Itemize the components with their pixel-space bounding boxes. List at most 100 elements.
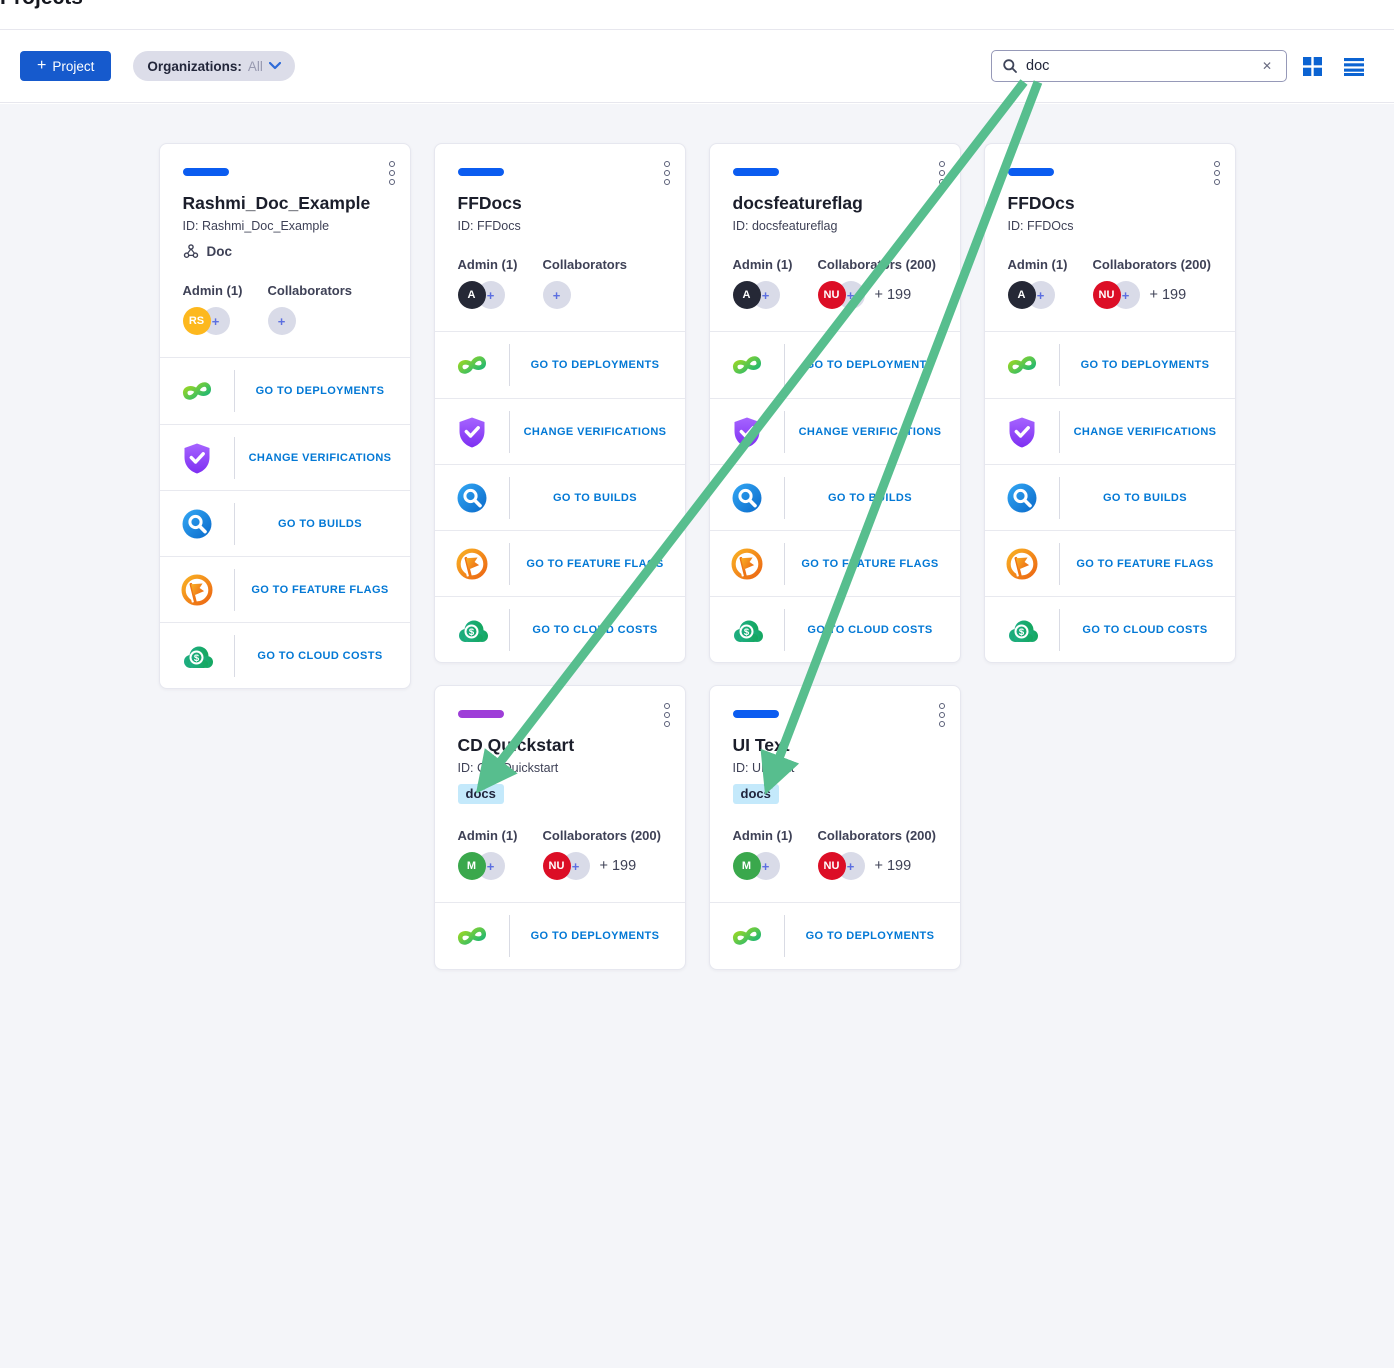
go-to-builds-link[interactable]: GO TO BUILDS [1060,492,1235,504]
ci-builds-icon [435,480,509,516]
action-row-verifications[interactable]: CHANGE VERIFICATIONS [160,424,410,490]
go-to-builds-link[interactable]: GO TO BUILDS [785,492,960,504]
action-row-verifications[interactable]: CHANGE VERIFICATIONS [435,398,685,464]
go-to-feature-flags-link[interactable]: GO TO FEATURE FLAGS [785,558,960,570]
plus-icon: + [37,58,46,74]
action-row-cloud-costs[interactable]: GO TO CLOUD COSTS [985,596,1235,662]
avatar: NU [818,852,846,880]
card-color-bar [183,168,229,176]
collaborators-label: Collaborators (200) [818,257,938,272]
action-row-deployments[interactable]: GO TO DEPLOYMENTS [160,358,410,424]
avatar: NU [543,852,571,880]
go-to-feature-flags-link[interactable]: GO TO FEATURE FLAGS [510,558,685,570]
card-menu-icon[interactable] [661,158,673,188]
go-to-feature-flags-link[interactable]: GO TO FEATURE FLAGS [235,584,410,596]
verify-shield-icon [160,440,234,476]
add-collaborator-button[interactable]: + [543,281,571,309]
go-to-cloud-costs-link[interactable]: GO TO CLOUD COSTS [510,624,685,636]
change-verifications-link[interactable]: CHANGE VERIFICATIONS [235,452,410,464]
cloud-costs-icon [985,612,1059,648]
action-row-builds[interactable]: GO TO BUILDS [985,464,1235,530]
cloud-costs-icon [435,612,509,648]
project-card-cd-quickstart[interactable]: CD Quickstart ID: CD_Quickstart docs Adm… [434,685,686,970]
go-to-deployments-link[interactable]: GO TO DEPLOYMENTS [510,930,685,942]
action-row-feature-flags[interactable]: GO TO FEATURE FLAGS [985,530,1235,596]
project-card-rashmi-doc-example[interactable]: Rashmi_Doc_Example ID: Rashmi_Doc_Exampl… [159,143,411,689]
project-name: FFDOcs [1008,193,1213,214]
action-row-verifications[interactable]: CHANGE VERIFICATIONS [985,398,1235,464]
card-color-bar [1008,168,1054,176]
project-name: CD Quickstart [458,735,663,756]
action-row-builds[interactable]: GO TO BUILDS [160,490,410,556]
cd-pipelines-icon [710,347,784,383]
change-verifications-link[interactable]: CHANGE VERIFICATIONS [1060,426,1235,438]
search-icon [1002,58,1018,74]
action-row-deployments[interactable]: GO TO DEPLOYMENTS [710,332,960,398]
tag-docs: docs [733,784,779,804]
avatar: A [733,281,761,309]
project-card-ui-text[interactable]: UI Text ID: UI_Text docs Admin (1) M + [709,685,961,970]
chevron-down-icon [269,62,281,70]
search-input[interactable] [1026,58,1250,74]
action-row-deployments[interactable]: GO TO DEPLOYMENTS [985,332,1235,398]
search-box[interactable]: ✕ [991,50,1287,82]
card-menu-icon[interactable] [386,158,398,188]
cd-pipelines-icon [435,918,509,954]
go-to-deployments-link[interactable]: GO TO DEPLOYMENTS [510,359,685,371]
project-name: Rashmi_Doc_Example [183,193,388,214]
go-to-builds-link[interactable]: GO TO BUILDS [510,492,685,504]
action-row-cloud-costs[interactable]: GO TO CLOUD COSTS [160,622,410,688]
card-menu-icon[interactable] [1211,158,1223,188]
admin-label: Admin (1) [733,257,818,272]
add-collaborator-button[interactable]: + [268,307,296,335]
action-row-builds[interactable]: GO TO BUILDS [710,464,960,530]
go-to-builds-link[interactable]: GO TO BUILDS [235,518,410,530]
action-row-feature-flags[interactable]: GO TO FEATURE FLAGS [435,530,685,596]
feature-flags-icon [710,546,784,582]
list-view-icon[interactable] [1344,57,1364,76]
project-id: ID: Rashmi_Doc_Example [183,219,388,233]
grid-view-icon[interactable] [1303,57,1322,76]
go-to-feature-flags-link[interactable]: GO TO FEATURE FLAGS [1060,558,1235,570]
project-id: ID: UI_Text [733,761,938,775]
cloud-costs-icon [710,612,784,648]
project-card-docsfeatureflag[interactable]: docsfeatureflag ID: docsfeatureflag Admi… [709,143,961,663]
action-row-feature-flags[interactable]: GO TO FEATURE FLAGS [710,530,960,596]
project-card-ffdocs[interactable]: FFDocs ID: FFDocs Admin (1) A + Collabor… [434,143,686,663]
cd-pipelines-icon [710,918,784,954]
go-to-deployments-link[interactable]: GO TO DEPLOYMENTS [1060,359,1235,371]
tag-docs: docs [458,784,504,804]
cd-pipelines-icon [160,373,234,409]
feature-flags-icon [985,546,1059,582]
change-verifications-link[interactable]: CHANGE VERIFICATIONS [510,426,685,438]
action-row-feature-flags[interactable]: GO TO FEATURE FLAGS [160,556,410,622]
action-row-cloud-costs[interactable]: GO TO CLOUD COSTS [435,596,685,662]
action-row-cloud-costs[interactable]: GO TO CLOUD COSTS [710,596,960,662]
go-to-cloud-costs-link[interactable]: GO TO CLOUD COSTS [1060,624,1235,636]
clear-search-icon[interactable]: ✕ [1258,57,1276,75]
action-row-builds[interactable]: GO TO BUILDS [435,464,685,530]
card-menu-icon[interactable] [661,700,673,730]
action-row-deployments[interactable]: GO TO DEPLOYMENTS [435,332,685,398]
avatar: A [458,281,486,309]
go-to-cloud-costs-link[interactable]: GO TO CLOUD COSTS [235,650,410,662]
new-project-button[interactable]: + Project [20,51,111,81]
cd-pipelines-icon [985,347,1059,383]
collaborators-label: Collaborators [543,257,663,272]
go-to-cloud-costs-link[interactable]: GO TO CLOUD COSTS [785,624,960,636]
admin-label: Admin (1) [458,257,543,272]
action-row-deployments[interactable]: GO TO DEPLOYMENTS [710,903,960,969]
collaborators-overflow-count: + 199 [875,287,912,303]
project-card-ffdocs2[interactable]: FFDOcs ID: FFDOcs Admin (1) A + Collabor… [984,143,1236,663]
go-to-deployments-link[interactable]: GO TO DEPLOYMENTS [235,385,410,397]
go-to-deployments-link[interactable]: GO TO DEPLOYMENTS [785,359,960,371]
go-to-deployments-link[interactable]: GO TO DEPLOYMENTS [785,930,960,942]
collaborators-label: Collaborators (200) [818,828,938,843]
change-verifications-link[interactable]: CHANGE VERIFICATIONS [785,426,960,438]
card-menu-icon[interactable] [936,158,948,188]
card-menu-icon[interactable] [936,700,948,730]
action-row-deployments[interactable]: GO TO DEPLOYMENTS [435,903,685,969]
admin-label: Admin (1) [458,828,543,843]
action-row-verifications[interactable]: CHANGE VERIFICATIONS [710,398,960,464]
organizations-filter-dropdown[interactable]: Organizations: All [133,51,295,81]
